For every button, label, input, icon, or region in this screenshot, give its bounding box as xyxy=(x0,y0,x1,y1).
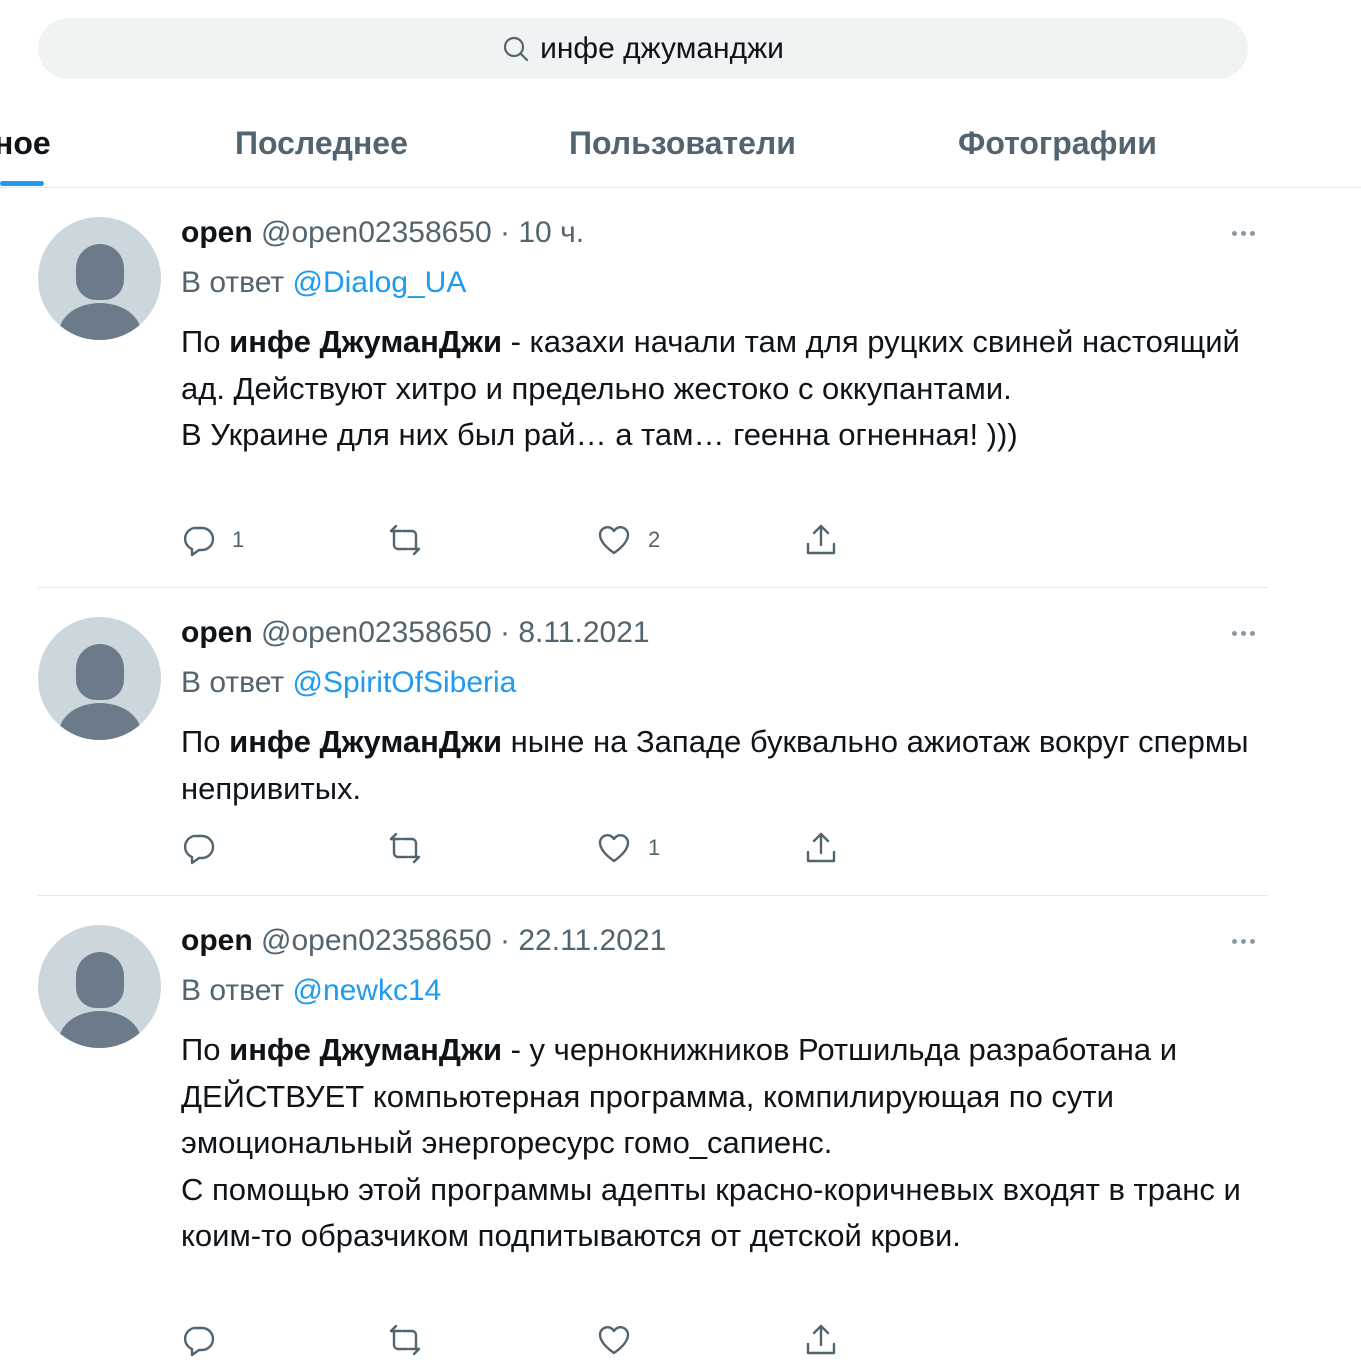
tweet-time[interactable]: 22.11.2021 xyxy=(518,924,666,957)
avatar-placeholder-icon xyxy=(76,644,124,700)
share-button[interactable] xyxy=(803,1320,839,1360)
tweet-text: По инфе ДжуманДжи - у чернокнижников Рот… xyxy=(181,1027,1281,1260)
reply-prefix: В ответ xyxy=(181,666,285,699)
reply-context: В ответ @Dialog_UA xyxy=(181,266,466,300)
retweet-button[interactable] xyxy=(387,1320,423,1360)
reply-button[interactable]: 1 xyxy=(180,520,244,560)
share-button[interactable] xyxy=(803,520,839,560)
reply-mention[interactable]: @Dialog_UA xyxy=(292,266,466,299)
reply-mention[interactable]: @SpiritOfSiberia xyxy=(292,666,516,699)
author-name[interactable]: open xyxy=(181,616,253,649)
tweet-text-lead: По xyxy=(181,724,230,759)
tweet-actions: 1 2 xyxy=(0,520,1361,560)
avatar-placeholder-icon xyxy=(76,952,124,1008)
reply-button[interactable] xyxy=(180,828,232,868)
like-icon xyxy=(598,526,630,555)
tweet-header: open @open02358650 · 8.11.2021 xyxy=(181,616,650,650)
reply-icon xyxy=(183,526,215,557)
meta-separator: · xyxy=(500,216,511,249)
reply-context: В ответ @newkc14 xyxy=(181,974,441,1008)
like-icon xyxy=(598,834,630,863)
avatar-placeholder-body xyxy=(59,703,141,740)
reply-button[interactable] xyxy=(180,1320,232,1360)
active-tab-indicator xyxy=(0,181,44,186)
tweet-divider xyxy=(38,895,1268,896)
tweet-text-extra: В Украине для них был рай… а там… геенна… xyxy=(181,417,1018,452)
author-handle[interactable]: @open02358650 xyxy=(261,924,492,957)
share-icon xyxy=(806,832,836,863)
tweet-header: open @open02358650 · 22.11.2021 xyxy=(181,924,666,958)
more-icon[interactable] xyxy=(1232,231,1255,236)
author-name[interactable]: open xyxy=(181,216,253,249)
retweet-icon xyxy=(389,1324,421,1356)
share-button[interactable] xyxy=(803,828,839,868)
avatar[interactable] xyxy=(38,925,161,1048)
share-icon xyxy=(806,1324,836,1355)
retweet-button[interactable] xyxy=(387,828,423,868)
tweet-header: open @open02358650 · 10 ч. xyxy=(181,216,584,250)
retweet-button[interactable] xyxy=(387,520,423,560)
reply-prefix: В ответ xyxy=(181,974,285,1007)
tweet-highlight: инфе ДжуманДжи xyxy=(229,724,502,759)
search-bar[interactable]: инфе джуманджи xyxy=(38,18,1248,79)
tweet-divider xyxy=(38,587,1268,588)
like-button[interactable]: 2 xyxy=(596,520,660,560)
tweet-time[interactable]: 8.11.2021 xyxy=(518,616,649,649)
tweet-highlight: инфе ДжуманДжи xyxy=(229,1032,502,1067)
reply-icon xyxy=(183,1326,215,1357)
tab-photos[interactable]: Фотографии xyxy=(958,100,1157,187)
tab-latest[interactable]: Последнее xyxy=(235,100,408,187)
tweet-text: По инфе ДжуманДжи - казахи начали там дл… xyxy=(181,319,1281,459)
reply-mention[interactable]: @newkc14 xyxy=(292,974,441,1007)
reply-icon xyxy=(183,834,215,865)
tweet-actions: 1 xyxy=(0,828,1361,868)
author-handle[interactable]: @open02358650 xyxy=(261,216,492,249)
retweet-icon xyxy=(389,832,421,864)
tweet-actions xyxy=(0,1320,1361,1360)
avatar-placeholder-body xyxy=(59,1011,141,1048)
like-button[interactable]: 1 xyxy=(596,828,660,868)
tab-people[interactable]: Пользователи xyxy=(569,100,796,187)
reply-prefix: В ответ xyxy=(181,266,285,299)
like-icon xyxy=(598,1326,630,1355)
tweet-text: По инфе ДжуманДжи ныне на Западе букваль… xyxy=(181,719,1281,812)
search-tabs: ное Последнее Пользователи Фотографии xyxy=(0,100,1361,188)
reply-count: 1 xyxy=(232,527,245,552)
more-icon[interactable] xyxy=(1232,631,1255,636)
meta-separator: · xyxy=(500,924,511,957)
more-icon[interactable] xyxy=(1232,939,1255,944)
like-count: 1 xyxy=(648,835,661,860)
tab-top[interactable]: ное xyxy=(0,100,51,187)
avatar[interactable] xyxy=(38,217,161,340)
search-icon xyxy=(503,36,529,61)
search-input[interactable]: инфе джуманджи xyxy=(540,32,784,66)
tweet-text-lead: По xyxy=(181,324,230,359)
avatar[interactable] xyxy=(38,617,161,740)
like-button[interactable] xyxy=(596,1320,648,1360)
reply-context: В ответ @SpiritOfSiberia xyxy=(181,666,516,700)
author-handle[interactable]: @open02358650 xyxy=(261,616,492,649)
like-count: 2 xyxy=(648,527,661,552)
tweet-text-lead: По xyxy=(181,1032,230,1067)
search-content: инфе джуманджи xyxy=(502,32,784,66)
meta-separator: · xyxy=(500,616,511,649)
tweet-time[interactable]: 10 ч. xyxy=(518,216,584,249)
tweet-text-extra: С помощью этой программы адепты красно-к… xyxy=(181,1171,1241,1254)
tweet-highlight: инфе ДжуманДжи xyxy=(229,324,502,359)
avatar-placeholder-icon xyxy=(76,244,124,300)
author-name[interactable]: open xyxy=(181,924,253,957)
retweet-icon xyxy=(389,524,421,556)
avatar-placeholder-body xyxy=(59,303,141,340)
share-icon xyxy=(806,524,836,555)
